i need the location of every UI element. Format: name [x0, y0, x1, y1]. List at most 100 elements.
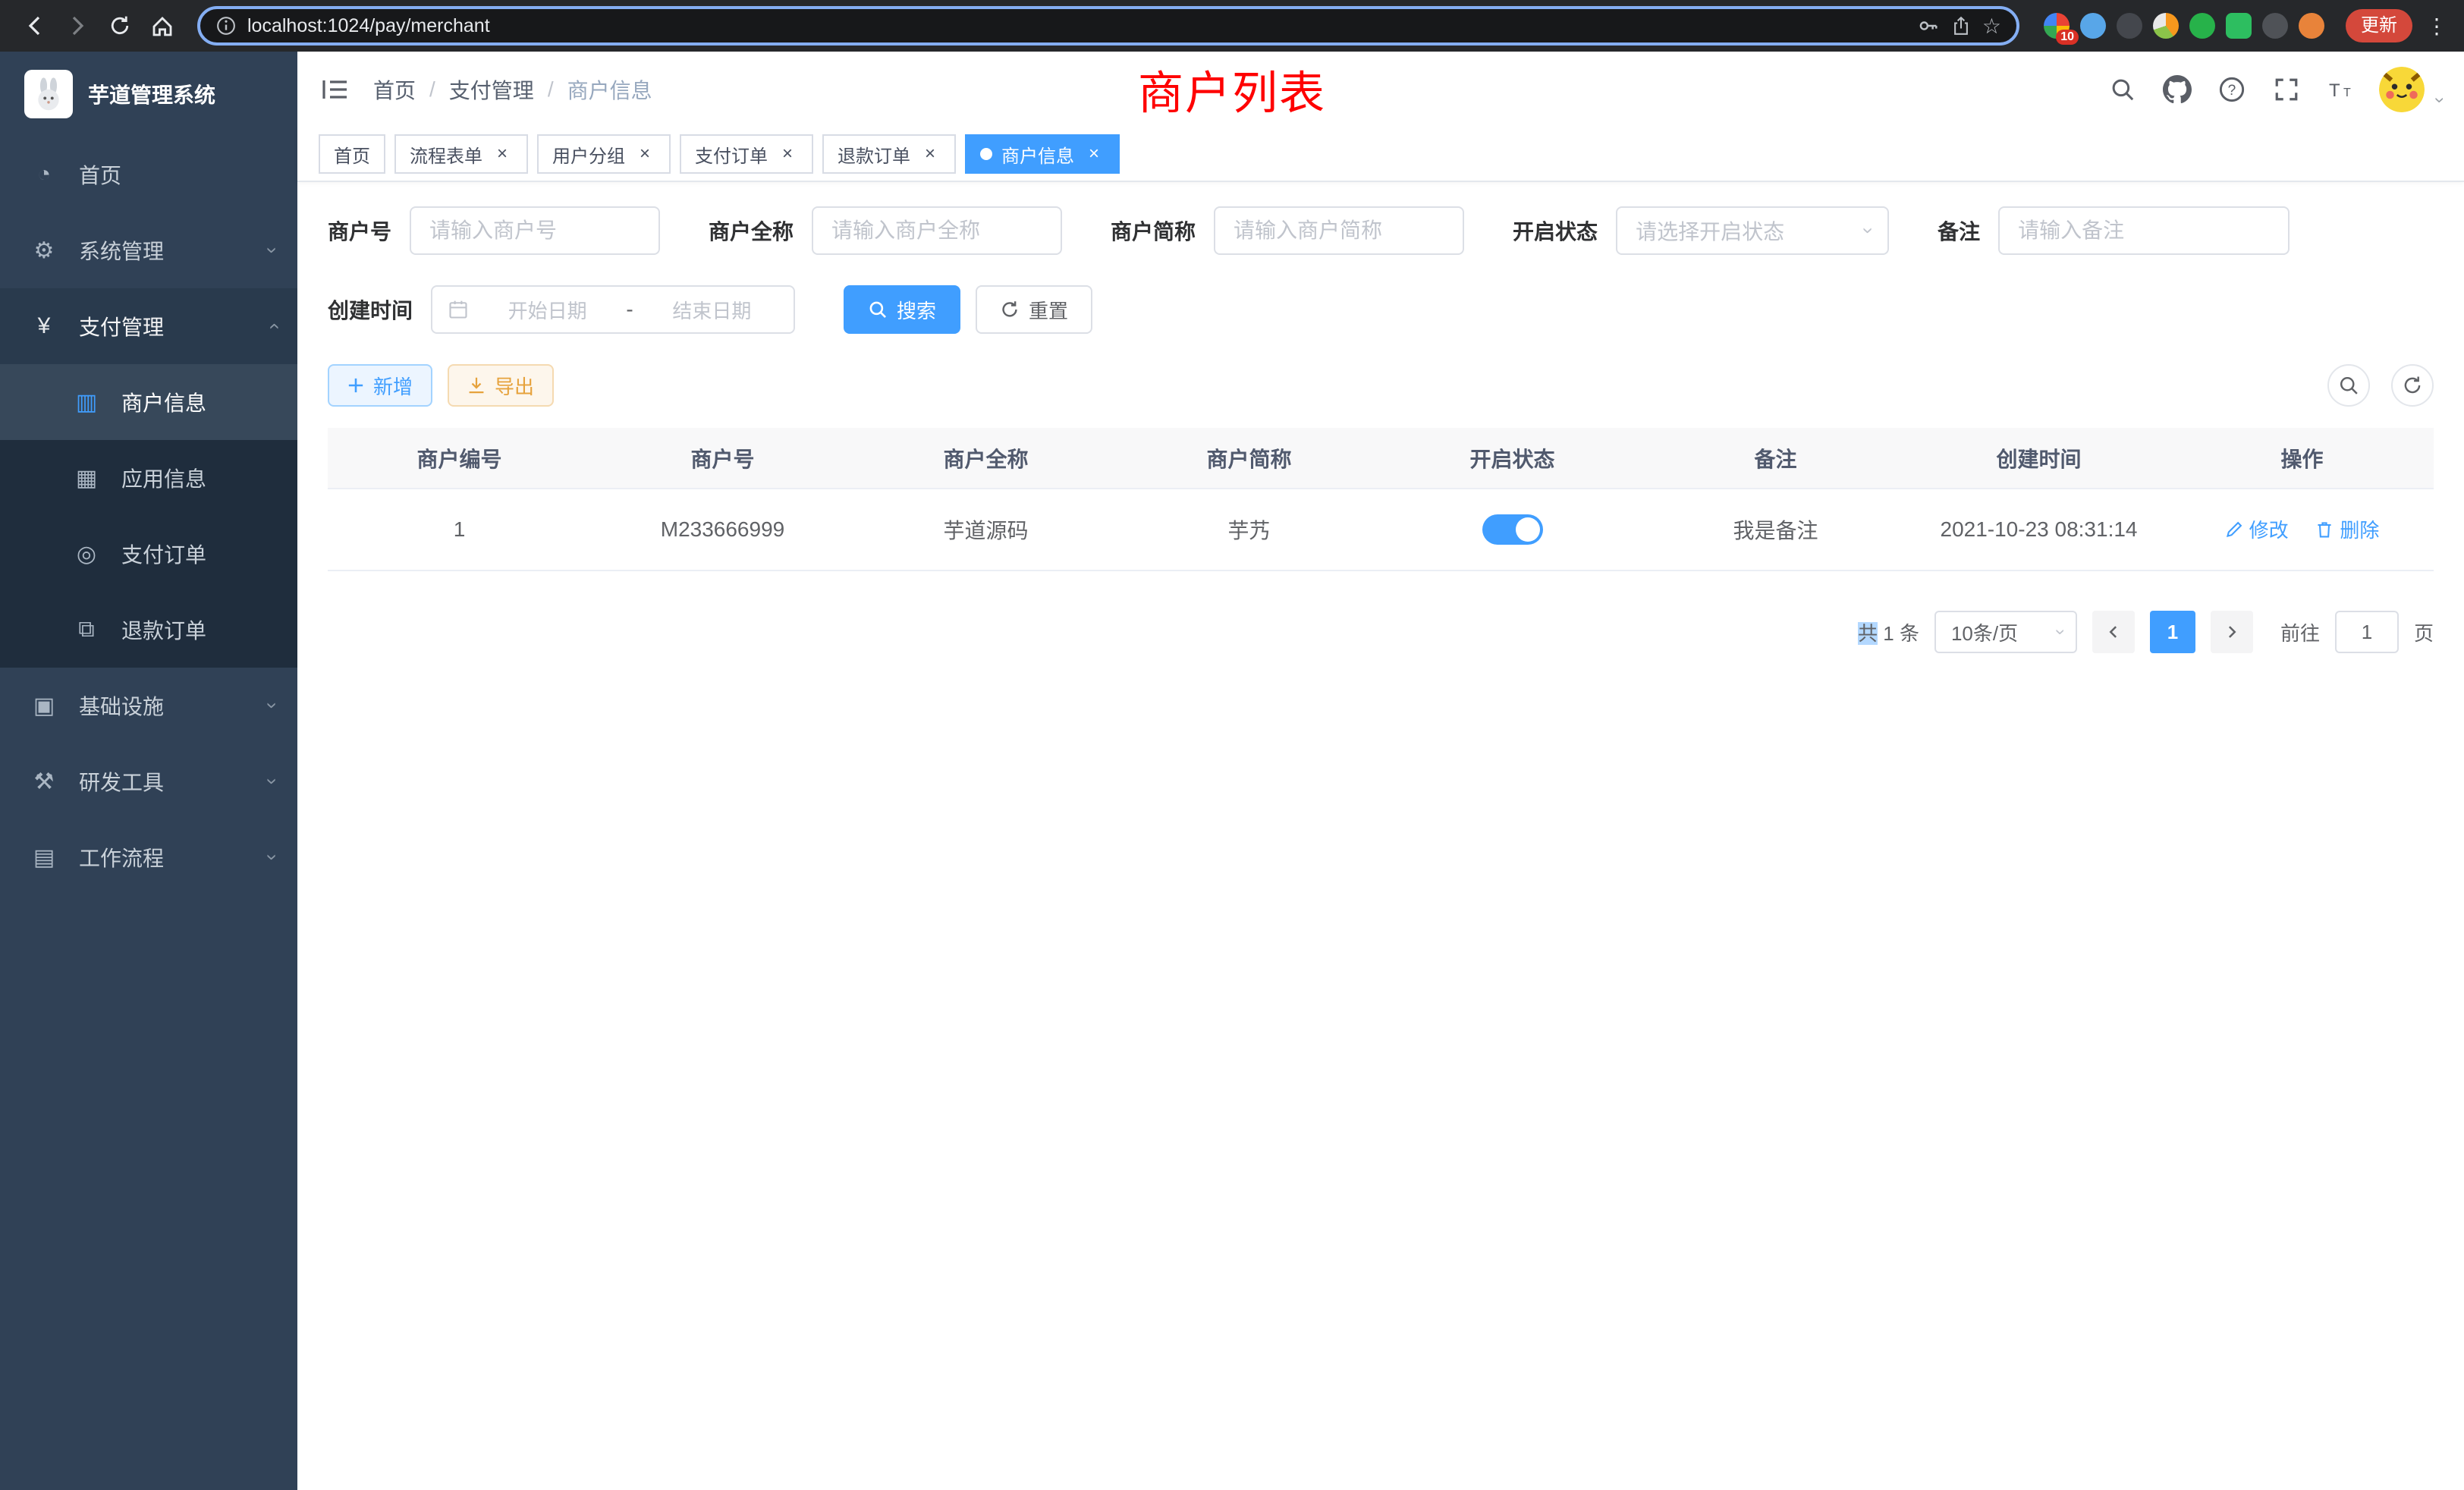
page-number-button[interactable]: 1 [2150, 611, 2195, 653]
sidebar-collapse-button[interactable] [297, 52, 373, 127]
full-name-input[interactable] [812, 206, 1062, 255]
sidebar-item-merchant-info[interactable]: ▥ 商户信息 [0, 364, 297, 440]
close-icon[interactable]: × [919, 143, 941, 165]
close-icon[interactable]: × [777, 143, 798, 165]
app-logo[interactable]: 芋道管理系统 [0, 52, 297, 137]
tab-pay-order[interactable]: 支付订单 × [680, 134, 813, 174]
end-date-placeholder: 结束日期 [646, 296, 778, 324]
edit-link[interactable]: 修改 [2225, 515, 2289, 543]
avatar-dropdown-caret-icon[interactable]: › [2431, 97, 2449, 103]
annotation-merchant-list: 商户列表 [1138, 57, 1326, 123]
prev-page-button[interactable] [2092, 611, 2135, 653]
status-select[interactable]: 请选择开启状态 › [1616, 206, 1889, 255]
col-merchant-id: 商户编号 [328, 428, 591, 489]
table-tools [2327, 364, 2434, 407]
create-time-label: 创建时间 [328, 294, 413, 325]
breadcrumb-section[interactable]: 支付管理 [449, 74, 534, 105]
dashboard-icon: ◔ [30, 162, 58, 187]
profile-avatar-icon[interactable] [2299, 13, 2324, 39]
briefcase-icon: ▤ [30, 844, 58, 871]
extension-icon[interactable] [2080, 13, 2106, 39]
next-page-button[interactable] [2211, 611, 2253, 653]
sidebar-item-payment[interactable]: ¥ 支付管理 › [0, 288, 297, 364]
share-icon[interactable] [1950, 15, 1972, 36]
browser-address-bar[interactable]: localhost:1024/pay/merchant ☆ [197, 6, 2019, 46]
user-avatar[interactable] [2379, 67, 2425, 112]
search-button[interactable]: 搜索 [844, 285, 960, 334]
chevron-up-icon: › [263, 323, 283, 330]
search-icon[interactable] [2106, 73, 2139, 106]
breadcrumb-current: 商户信息 [567, 74, 652, 105]
sidebar-item-pay-order[interactable]: ◎ 支付订单 [0, 516, 297, 592]
tab-refund-order[interactable]: 退款订单 × [822, 134, 956, 174]
page-unit-label: 页 [2414, 618, 2434, 646]
extension-icon[interactable] [2117, 13, 2142, 39]
delete-link[interactable]: 删除 [2315, 515, 2379, 543]
sidebar-item-app-info[interactable]: ▦ 应用信息 [0, 440, 297, 516]
merchant-table: 商户编号 商户号 商户全称 商户简称 开启状态 备注 创建时间 操作 1 M23… [328, 428, 2434, 571]
svg-text:T: T [2343, 86, 2351, 99]
status-toggle[interactable] [1482, 514, 1543, 545]
tab-home[interactable]: 首页 [319, 134, 385, 174]
grid-icon: ▦ [73, 465, 100, 492]
edit-pencil-icon [2225, 520, 2243, 539]
payment-submenu: ▥ 商户信息 ▦ 应用信息 ◎ 支付订单 ⧉ 退款订单 [0, 364, 297, 668]
show-search-icon[interactable] [2327, 364, 2370, 407]
extension-icon[interactable] [2189, 13, 2215, 39]
extension-badge: 10 [2056, 30, 2079, 45]
date-separator: - [626, 297, 633, 322]
close-icon[interactable]: × [634, 143, 655, 165]
help-icon[interactable]: ? [2215, 73, 2249, 106]
reset-button[interactable]: 重置 [976, 285, 1092, 334]
add-button[interactable]: 新增 [328, 364, 432, 407]
remark-input[interactable] [1998, 206, 2290, 255]
goto-page-input[interactable] [2335, 611, 2399, 653]
page-info-icon[interactable] [215, 15, 237, 36]
logo-rabbit-icon [24, 70, 73, 118]
short-name-input[interactable] [1214, 206, 1464, 255]
browser-update-button[interactable]: 更新 [2346, 9, 2412, 42]
cell-full-name: 芋道源码 [854, 489, 1117, 571]
browser-refresh-button[interactable] [100, 6, 140, 46]
tab-merchant-info[interactable]: 商户信息 × [965, 134, 1120, 174]
page-size-select[interactable]: 10条/页 › [1934, 611, 2077, 653]
password-key-icon[interactable] [1917, 14, 1940, 37]
tab-process-form[interactable]: 流程表单 × [394, 134, 528, 174]
export-button[interactable]: 导出 [448, 364, 554, 407]
browser-back-button[interactable] [15, 6, 55, 46]
close-icon[interactable]: × [1083, 143, 1105, 165]
extension-icon[interactable] [2226, 13, 2252, 39]
sidebar-item-system[interactable]: ⚙ 系统管理 › [0, 212, 297, 288]
pagination: 共 1 条 10条/页 › 1 前往 页 [328, 611, 2434, 653]
fullscreen-icon[interactable] [2270, 73, 2303, 106]
sidebar-item-infrastructure[interactable]: ▣ 基础设施 › [0, 668, 297, 743]
col-create-time: 创建时间 [1907, 428, 2170, 489]
extension-icon[interactable]: 10 [2044, 13, 2070, 39]
sidebar-item-dev-tools[interactable]: ⚒ 研发工具 › [0, 743, 297, 819]
browser-home-button[interactable] [143, 6, 182, 46]
breadcrumb-home[interactable]: 首页 [373, 74, 416, 105]
extension-icon[interactable] [2153, 13, 2179, 39]
close-icon[interactable]: × [492, 143, 513, 165]
navbar-actions: ? TT › [2106, 67, 2464, 112]
extension-icon[interactable] [2262, 13, 2288, 39]
sidebar-item-home[interactable]: ◔ 首页 [0, 137, 297, 212]
browser-extensions: 10 [2044, 13, 2324, 39]
short-name-label: 商户简称 [1111, 215, 1196, 246]
sidebar-item-workflow[interactable]: ▤ 工作流程 › [0, 819, 297, 895]
sidebar-item-refund-order[interactable]: ⧉ 退款订单 [0, 592, 297, 668]
active-tab-dot [980, 148, 992, 160]
refresh-icon [1000, 300, 1020, 319]
tab-user-group[interactable]: 用户分组 × [537, 134, 671, 174]
merchant-no-input[interactable] [410, 206, 660, 255]
col-status: 开启状态 [1381, 428, 1644, 489]
refresh-table-icon[interactable] [2391, 364, 2434, 407]
github-icon[interactable] [2161, 73, 2194, 106]
create-time-range-picker[interactable]: 开始日期 - 结束日期 [431, 285, 795, 334]
table-toolbar: 新增 导出 [328, 364, 2434, 407]
bookmark-star-icon[interactable]: ☆ [1982, 14, 2001, 39]
font-size-icon[interactable]: TT [2324, 73, 2358, 106]
browser-forward-button[interactable] [58, 6, 97, 46]
svg-text:?: ? [2228, 83, 2236, 99]
browser-menu-icon[interactable]: ⋮ [2425, 14, 2449, 39]
